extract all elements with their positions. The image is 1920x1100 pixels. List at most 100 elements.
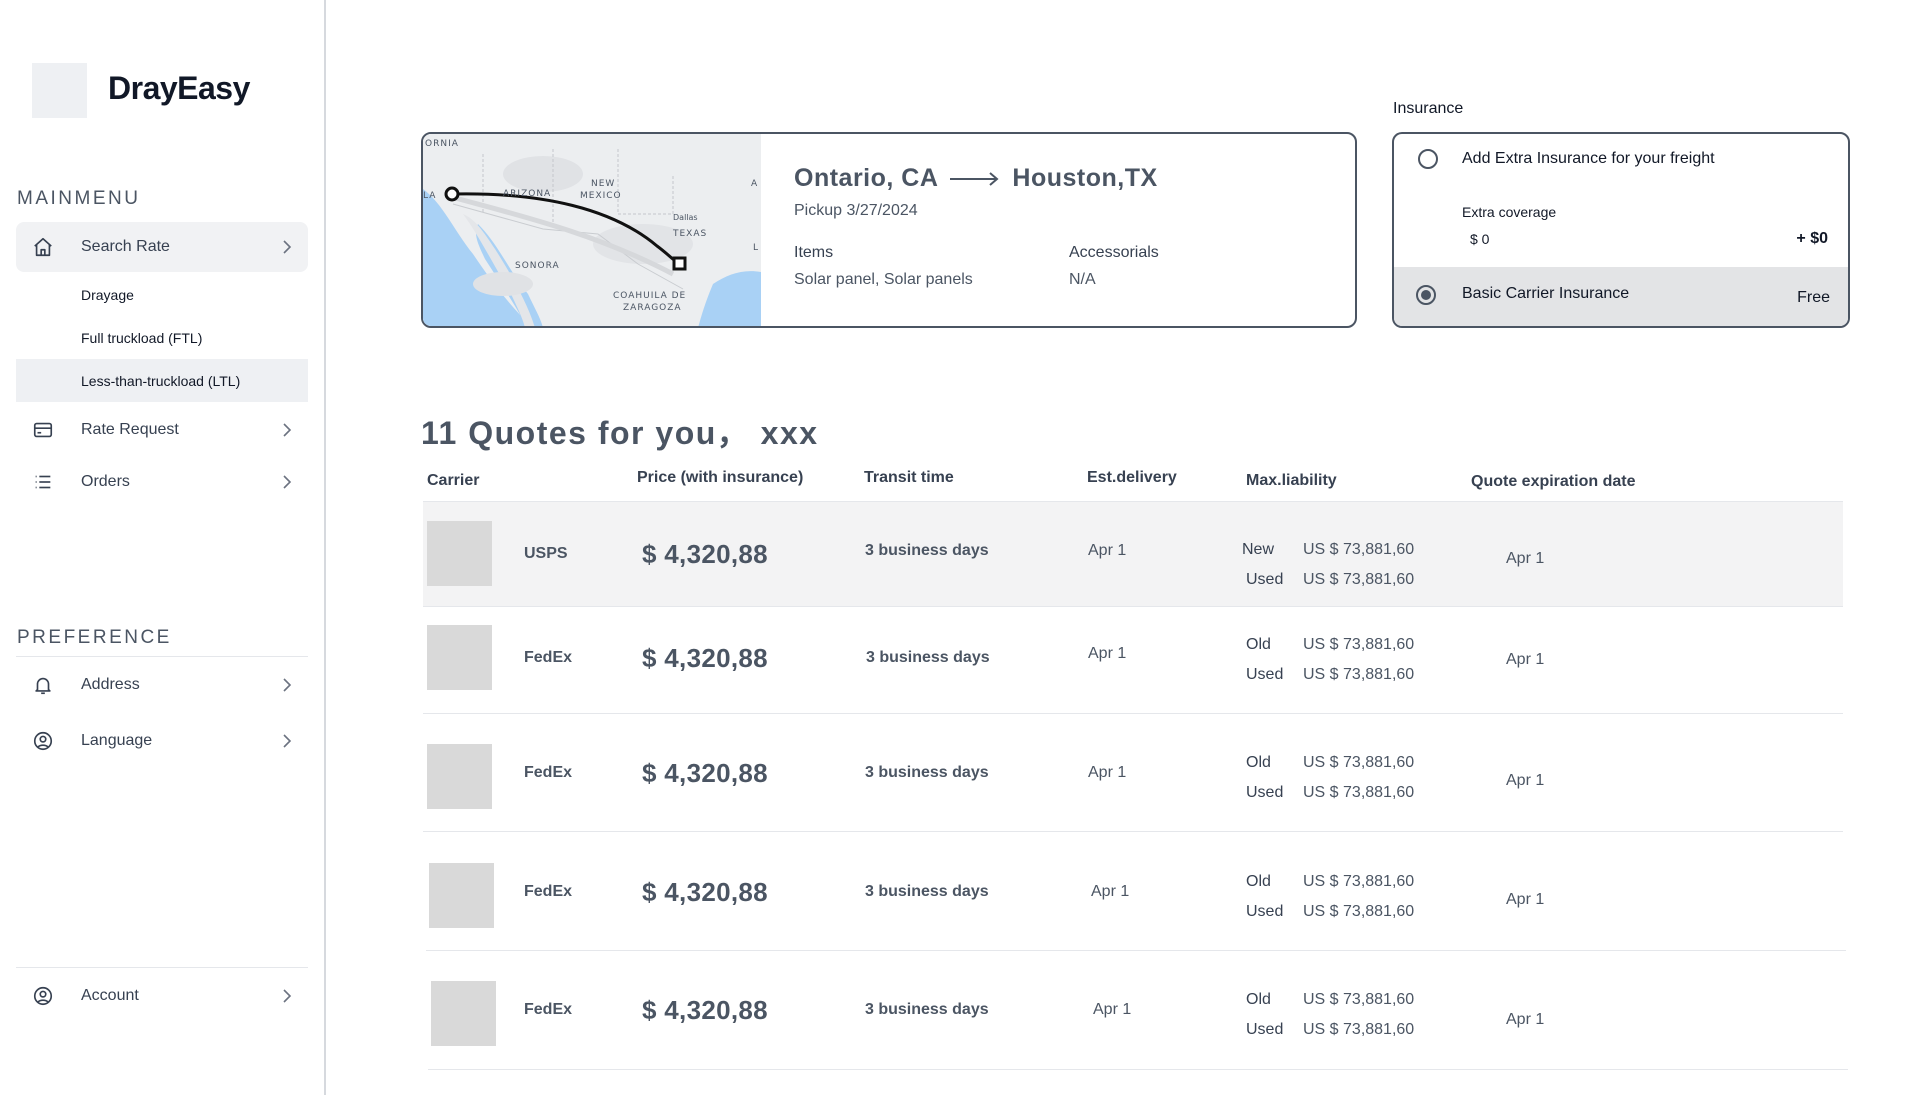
quote-price: $ 4,320,88 xyxy=(642,539,768,569)
items-label: Items xyxy=(794,244,834,261)
insurance-title: Insurance xyxy=(1393,100,1464,117)
map-label-new-mexico: NEW xyxy=(591,179,615,189)
liability-label: Used xyxy=(1246,784,1284,801)
carrier-logo xyxy=(431,981,496,1046)
column-header-price: Price (with insurance) xyxy=(637,469,804,486)
liability-value: US $ 73,881,60 xyxy=(1303,784,1415,801)
extra-coverage-label: Extra coverage xyxy=(1462,204,1557,220)
quote-price: $ 4,320,88 xyxy=(642,643,768,673)
extra-insurance-radio[interactable] xyxy=(1418,149,1438,169)
sidebar: DrayEasy MAINMENU Search Rate Drayage Fu… xyxy=(0,0,326,1095)
transit-time: 3 business days xyxy=(865,883,989,900)
liability-value: US $ 73,881,60 xyxy=(1303,636,1415,653)
table-row[interactable]: FedEx $ 4,320,88 3 business days Apr 1 O… xyxy=(428,952,1848,1070)
liability-label: Old xyxy=(1246,636,1271,653)
app-logo-text: DrayEasy xyxy=(108,70,250,106)
sidebar-item-label: Search Rate xyxy=(81,238,170,255)
sidebar-item-search-rate[interactable]: Search Rate xyxy=(16,222,308,272)
carrier-logo xyxy=(427,744,492,809)
column-header-transit: Transit time xyxy=(864,469,954,486)
table-row[interactable]: FedEx $ 4,320,88 3 business days Apr 1 O… xyxy=(423,714,1843,832)
carrier-logo xyxy=(429,863,494,928)
basic-insurance-radio[interactable] xyxy=(1416,285,1436,305)
sidebar-item-label: Account xyxy=(81,987,139,1004)
sidebar-item-label: Language xyxy=(81,732,153,749)
quote-price: $ 4,320,88 xyxy=(642,758,768,788)
sidebar-item-rate-request[interactable]: Rate Request xyxy=(16,405,308,455)
est-delivery: Apr 1 xyxy=(1088,764,1127,781)
chevron-right-icon xyxy=(282,474,294,490)
sidebar-item-label: Address xyxy=(81,676,140,693)
sidebar-item-orders[interactable]: Orders xyxy=(16,457,308,507)
basic-insurance-price: Free xyxy=(1797,289,1830,306)
liability-value: US $ 73,881,60 xyxy=(1303,541,1415,558)
logo-image xyxy=(32,63,87,118)
user-circle-icon xyxy=(32,730,54,752)
route-map[interactable]: ORNIA ARIZONA NEW MEXICO Dallas TEXAS SO… xyxy=(423,134,761,326)
table-row[interactable]: FedEx $ 4,320,88 3 business days Apr 1 O… xyxy=(426,833,1846,951)
liability-label: Old xyxy=(1246,754,1271,771)
sidebar-item-address[interactable]: Address xyxy=(16,660,308,710)
map-label-texas: TEXAS xyxy=(672,229,707,239)
sidebar-subitem-ftl[interactable]: Full truckload (FTL) xyxy=(16,316,308,359)
accessorials-label: Accessorials xyxy=(1069,244,1159,261)
carrier-logo xyxy=(427,625,492,690)
map-label-edge: L xyxy=(753,243,759,253)
divider xyxy=(16,656,308,657)
sidebar-item-language[interactable]: Language xyxy=(16,716,308,766)
carrier-name: FedEx xyxy=(524,649,573,666)
liability-label: Old xyxy=(1246,991,1271,1008)
sidebar-subitem-label: Full truckload (FTL) xyxy=(81,329,203,346)
column-header-liability: Max.liability xyxy=(1246,472,1337,489)
sidebar-subitem-label: Drayage xyxy=(81,286,134,303)
preference-title: PREFERENCE xyxy=(17,627,172,648)
basic-insurance-label: Basic Carrier Insurance xyxy=(1462,285,1630,302)
quotes-title: 11 Quotes for you， xxx xyxy=(421,415,819,451)
table-row[interactable]: FedEx $ 4,320,88 3 business days Apr 1 O… xyxy=(423,608,1843,714)
basic-insurance-option[interactable]: Basic Carrier Insurance Free xyxy=(1394,267,1848,326)
liability-value: US $ 73,881,60 xyxy=(1303,666,1415,683)
route-origin: Ontario, CA xyxy=(794,164,939,192)
quote-expiration: Apr 1 xyxy=(1506,651,1545,668)
pickup-date: Pickup 3/27/2024 xyxy=(794,202,918,219)
map-label-california: ORNIA xyxy=(425,139,459,149)
sidebar-item-account[interactable]: Account xyxy=(16,971,308,1021)
quote-price: $ 4,320,88 xyxy=(642,877,768,907)
liability-label: Used xyxy=(1246,1021,1284,1038)
route-summary-card: ORNIA ARIZONA NEW MEXICO Dallas TEXAS SO… xyxy=(421,132,1357,328)
map-label-edge: A xyxy=(751,179,758,189)
est-delivery: Apr 1 xyxy=(1088,645,1127,662)
route-destination: Houston,TX xyxy=(1012,164,1158,192)
map-label-edge: LA xyxy=(423,191,436,201)
main-menu-title: MAINMENU xyxy=(17,188,141,209)
quote-expiration: Apr 1 xyxy=(1506,772,1545,789)
map-label-coahuila: ZARAGOZA xyxy=(623,303,682,313)
divider xyxy=(16,967,308,968)
extra-insurance-label[interactable]: Add Extra Insurance for your freight xyxy=(1462,150,1715,168)
carrier-name: FedEx xyxy=(524,883,573,900)
chevron-right-icon xyxy=(282,239,294,255)
liability-label: Used xyxy=(1246,903,1284,920)
sidebar-item-label: Rate Request xyxy=(81,421,179,438)
quote-expiration: Apr 1 xyxy=(1506,891,1545,908)
table-row[interactable]: USPS $ 4,320,88 3 business days Apr 1 Ne… xyxy=(423,501,1843,607)
map-label-coahuila: COAHUILA DE xyxy=(613,291,686,301)
route-title: Ontario, CA Houston,TX xyxy=(794,164,1158,193)
transit-time: 3 business days xyxy=(865,1001,989,1018)
chevron-right-icon xyxy=(282,677,294,693)
user-circle-icon xyxy=(32,985,54,1007)
transit-time: 3 business days xyxy=(865,764,989,781)
sidebar-subitem-drayage[interactable]: Drayage xyxy=(16,273,308,316)
sidebar-item-label: Orders xyxy=(81,473,130,490)
extra-insurance-price: + $0 xyxy=(1796,230,1828,247)
sidebar-subitem-ltl[interactable]: Less-than-truckload (LTL) xyxy=(16,359,308,402)
liability-label: Old xyxy=(1246,873,1271,890)
liability-value: US $ 73,881,60 xyxy=(1303,991,1415,1008)
extra-coverage-input[interactable]: $ 0 xyxy=(1470,231,1489,247)
liability-value: US $ 73,881,60 xyxy=(1303,1021,1415,1038)
items-value: Solar panel, Solar panels xyxy=(794,271,973,288)
liability-value: US $ 73,881,60 xyxy=(1303,571,1415,588)
map-label-dallas: Dallas xyxy=(673,213,698,222)
list-icon xyxy=(32,471,54,493)
est-delivery: Apr 1 xyxy=(1088,542,1127,559)
